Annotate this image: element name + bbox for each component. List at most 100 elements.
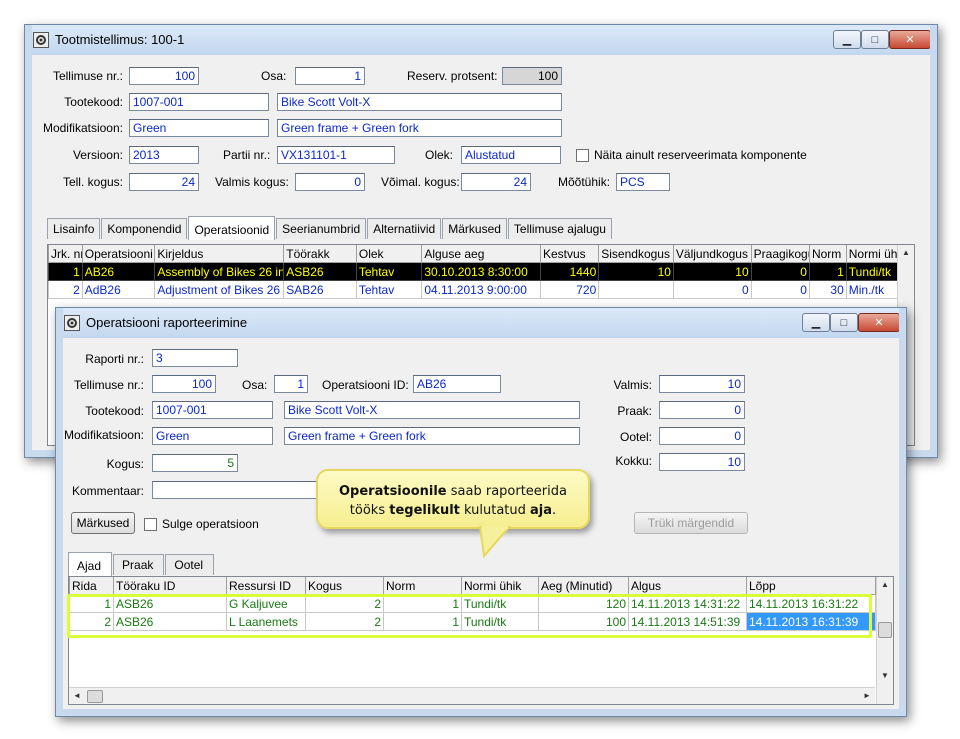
modification-desc-field[interactable]: Green frame + Green fork	[277, 119, 562, 137]
scroll-up-arrow-icon[interactable]: ▲	[898, 245, 914, 261]
column-header[interactable]: Norm	[383, 577, 462, 595]
operation-report-titlebar[interactable]: Operatsiooni raporteerimine ▁ □ ✕	[56, 308, 906, 338]
part-field[interactable]: 1	[274, 375, 308, 393]
callout-bold-1: Operatsioonile	[339, 484, 447, 499]
column-header[interactable]: Aeg (Minutid)	[538, 577, 629, 595]
order-no-field[interactable]: 100	[129, 67, 199, 85]
times-grid-hscrollbar[interactable]: ◄ ►	[69, 687, 875, 704]
table-cell: 0	[750, 280, 810, 299]
callout-text-1: saab raporteerida	[446, 484, 567, 499]
product-name-field[interactable]: Bike Scott Volt-X	[277, 93, 562, 111]
tab-alternatiivid[interactable]: Alternatiivid	[367, 218, 442, 239]
modification-desc-field[interactable]: Green frame + Green fork	[284, 427, 580, 445]
close-button[interactable]: ✕	[889, 30, 931, 49]
modification-field[interactable]: Green	[129, 119, 269, 137]
column-header[interactable]: Väljundkogus	[672, 245, 752, 263]
only-unreserved-checkbox[interactable]	[576, 149, 589, 162]
finished-qty-field[interactable]: 0	[295, 173, 365, 191]
modification-field[interactable]: Green	[152, 427, 273, 445]
times-grid-vscrollbar[interactable]: ▲ ▼	[876, 577, 893, 704]
scroll-right-arrow-icon[interactable]: ►	[859, 688, 875, 704]
tab-komponendid[interactable]: Komponendid	[101, 218, 188, 239]
column-header[interactable]: Alguse aeg	[421, 245, 541, 263]
maximize-button[interactable]: □	[861, 30, 889, 49]
window-title: Operatsiooni raporteerimine	[86, 315, 248, 330]
production-order-titlebar[interactable]: Tootmistellimus: 100-1 ▁ □ ✕	[25, 25, 937, 55]
scrap-field[interactable]: 0	[659, 401, 745, 419]
column-header[interactable]: Norm	[808, 245, 847, 263]
column-header[interactable]: Algus	[628, 577, 747, 595]
modification-label: Modifikatsioon:	[42, 121, 123, 135]
table-cell: Tehtav	[355, 280, 423, 299]
hscroll-thumb[interactable]	[87, 690, 103, 703]
tab-lisainfo[interactable]: Lisainfo	[47, 218, 101, 239]
version-field[interactable]: 2013	[129, 146, 199, 164]
tab-praak[interactable]: Praak	[113, 554, 165, 575]
only-unreserved-label: Näita ainult reserveerimata komponente	[594, 148, 807, 162]
scrap-label: Praak:	[617, 404, 652, 418]
print-labels-button[interactable]: Trüki märgendid	[634, 512, 748, 534]
column-header[interactable]: Jrk. nr	[48, 245, 83, 263]
product-code-field[interactable]: 1007-001	[152, 401, 273, 419]
product-code-field[interactable]: 1007-001	[129, 93, 269, 111]
waiting-field[interactable]: 0	[659, 427, 745, 445]
scroll-down-arrow-icon[interactable]: ▼	[877, 668, 893, 684]
tab-ootel[interactable]: Ootel	[165, 554, 215, 575]
minimize-button[interactable]: ▁	[833, 30, 861, 49]
column-header[interactable]: Kirjeldus	[154, 245, 285, 263]
batch-no-label: Partii nr.:	[223, 148, 271, 162]
maximize-button[interactable]: □	[830, 313, 858, 332]
reserve-pct-field: 100	[502, 67, 562, 85]
column-header[interactable]: Kogus	[305, 577, 384, 595]
column-header[interactable]: Lõpp	[746, 577, 876, 595]
operation-id-label: Operatsiooni ID:	[322, 378, 409, 392]
scroll-left-arrow-icon[interactable]: ◄	[69, 688, 85, 704]
modification-label: Modifikatsioon:	[63, 428, 144, 442]
column-header[interactable]: Operatsiooni	[81, 245, 156, 263]
tab-ajad[interactable]: Ajad	[68, 552, 113, 576]
batch-no-field[interactable]: VX131101-1	[277, 146, 395, 164]
report-no-field[interactable]: 3	[152, 349, 238, 367]
status-field[interactable]: Alustatud	[461, 146, 561, 164]
total-label: Kokku:	[615, 454, 652, 468]
column-header[interactable]: Tööraku ID	[113, 577, 227, 595]
column-header[interactable]: Normi ühik	[461, 577, 539, 595]
part-field[interactable]: 1	[295, 67, 365, 85]
tab-m-rkused[interactable]: Märkused	[442, 218, 507, 239]
column-header[interactable]: Kestvus	[539, 245, 600, 263]
table-row[interactable]: 1 AB26 Assembly of Bikes 26 in ASB26 Tehtav 3…	[48, 262, 899, 281]
quantity-label: Kogus:	[106, 457, 144, 471]
minimize-button[interactable]: ▁	[802, 313, 830, 332]
gear-app-icon	[64, 315, 80, 331]
column-header[interactable]: Töörakk	[283, 245, 357, 263]
table-cell: 1	[48, 262, 83, 281]
notes-button[interactable]: Märkused	[71, 512, 135, 534]
possible-qty-field[interactable]: 24	[461, 173, 531, 191]
unit-field[interactable]: PCS	[616, 173, 670, 191]
tab-seerianumbrid[interactable]: Seerianumbrid	[276, 218, 367, 239]
scroll-up-arrow-icon[interactable]: ▲	[877, 577, 893, 593]
column-header[interactable]: Normi ühik	[845, 245, 899, 263]
column-header[interactable]: Praagikogus	[750, 245, 810, 263]
total-field[interactable]: 10	[659, 453, 745, 471]
tab-operatsioonid[interactable]: Operatsioonid	[188, 216, 276, 240]
callout-text-4: .	[552, 503, 557, 518]
column-header[interactable]: Sisendkogus	[598, 245, 674, 263]
quantity-field[interactable]: 5	[152, 454, 238, 472]
product-name-field[interactable]: Bike Scott Volt-X	[284, 401, 580, 419]
operation-id-field[interactable]: AB26	[413, 375, 501, 393]
ordered-qty-field[interactable]: 24	[129, 173, 199, 191]
order-no-field[interactable]: 100	[152, 375, 216, 393]
close-operation-checkbox[interactable]	[144, 518, 157, 531]
comment-field[interactable]	[152, 481, 332, 499]
column-header[interactable]: Olek	[355, 245, 423, 263]
finished-field[interactable]: 10	[659, 375, 745, 393]
tab-tellimuse-ajalugu[interactable]: Tellimuse ajalugu	[507, 218, 612, 239]
column-header[interactable]: Ressursi ID	[226, 577, 306, 595]
scroll-thumb[interactable]	[878, 622, 892, 638]
column-header[interactable]: Rida	[69, 577, 114, 595]
table-row[interactable]: 2 AdB26 Adjustment of Bikes 26 SAB26 Tehtav 0…	[48, 280, 899, 299]
table-cell: 30.10.2013 8:30:00	[421, 262, 541, 281]
close-button[interactable]: ✕	[858, 313, 900, 332]
report-no-label: Raporti nr.:	[85, 352, 144, 366]
